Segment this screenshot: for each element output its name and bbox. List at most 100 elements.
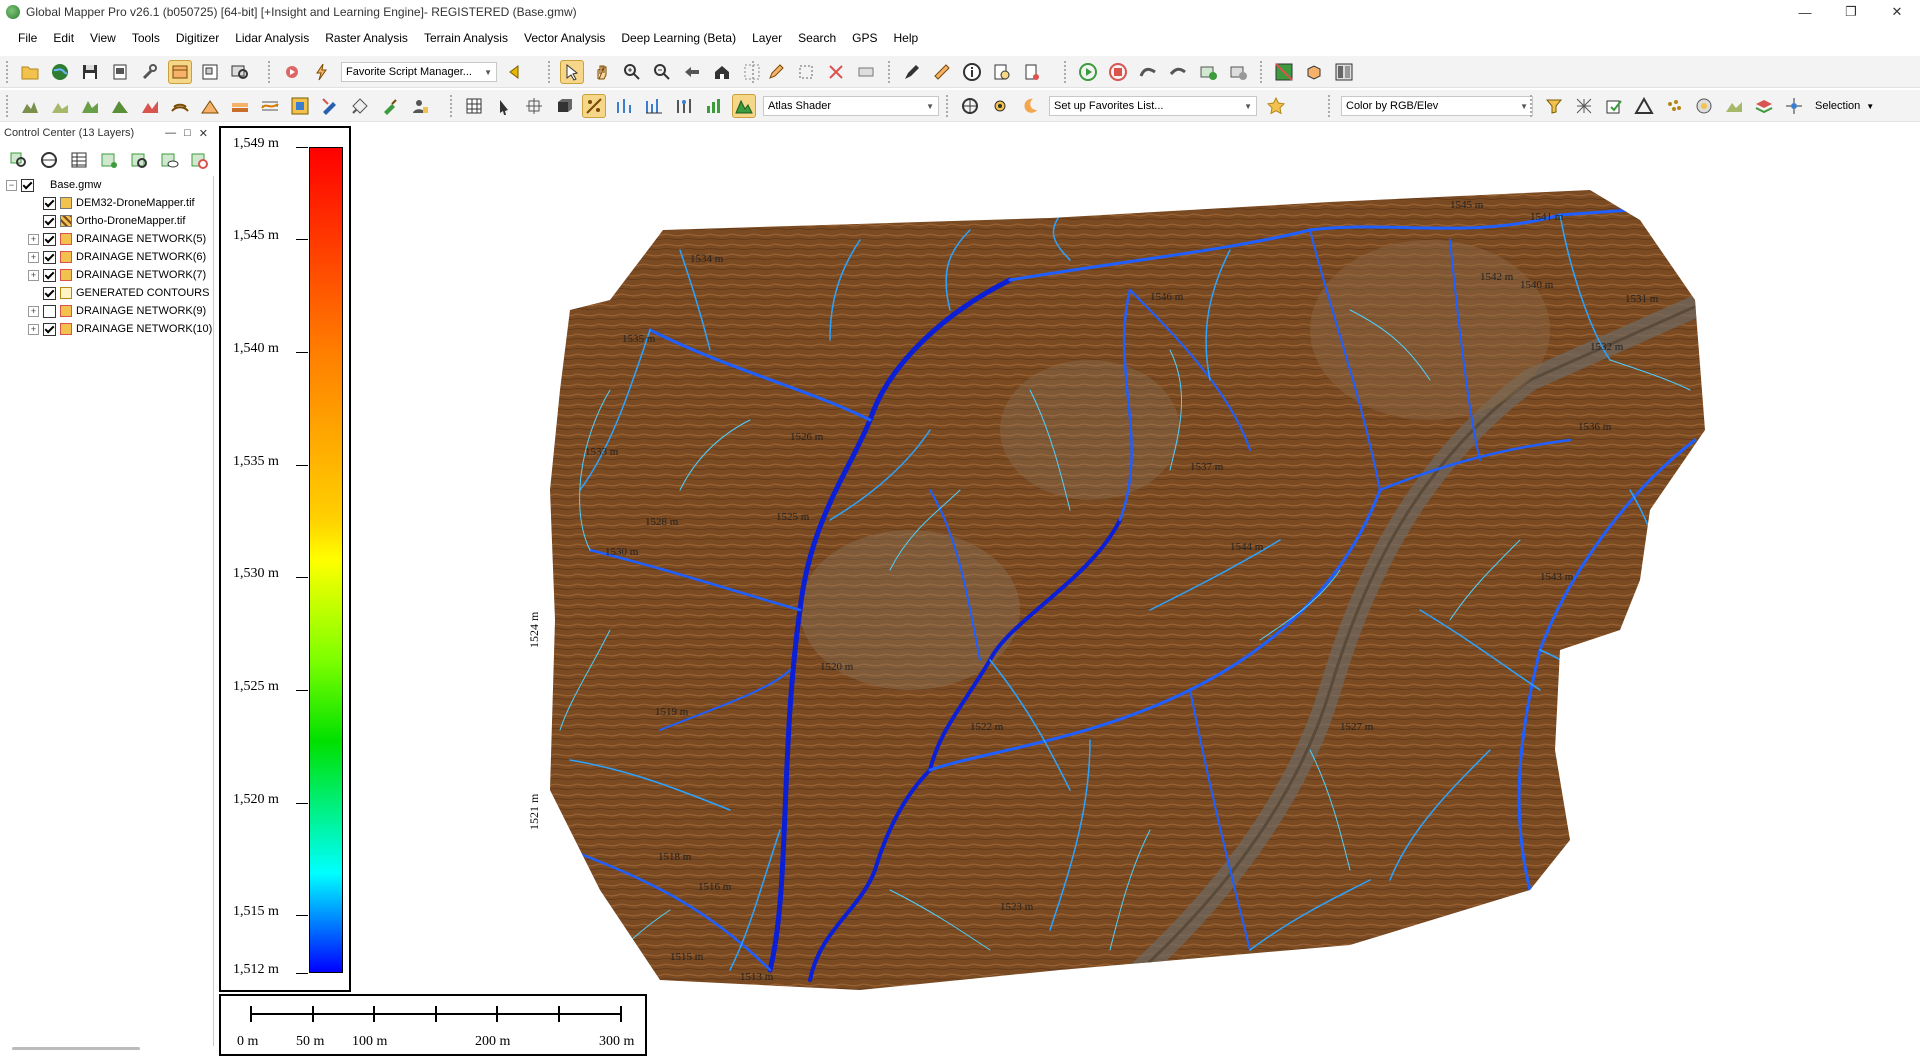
zoom-in-icon[interactable] <box>620 60 644 84</box>
expand-icon[interactable]: + <box>28 251 39 263</box>
mesh-icon[interactable] <box>1572 94 1596 118</box>
combine-terrain-icon[interactable] <box>198 94 222 118</box>
edit-check-icon[interactable] <box>1602 94 1626 118</box>
path-profile-icon[interactable] <box>990 60 1014 84</box>
layer-search-icon[interactable] <box>127 148 151 172</box>
menu-lidar-analysis[interactable]: Lidar Analysis <box>227 26 317 50</box>
layers-stack-icon[interactable] <box>1752 94 1776 118</box>
grid-icon[interactable] <box>462 94 486 118</box>
open-folder-icon[interactable] <box>18 60 42 84</box>
terrain-layer-icon[interactable] <box>1722 94 1746 118</box>
scale-bar[interactable]: 0 m 50 m 100 m 200 m 300 m <box>219 994 647 1056</box>
lidar-filter-icon[interactable] <box>672 94 696 118</box>
menu-layer[interactable]: Layer <box>744 26 790 50</box>
menu-digitizer[interactable]: Digitizer <box>168 26 227 50</box>
minimize-button[interactable]: — <box>1782 0 1828 24</box>
menu-view[interactable]: View <box>82 26 124 50</box>
back-arrow-icon[interactable] <box>680 60 704 84</box>
save-icon[interactable] <box>78 60 102 84</box>
menu-help[interactable]: Help <box>886 26 927 50</box>
map-layout-icon[interactable] <box>1272 60 1296 84</box>
expand-icon[interactable]: + <box>28 233 39 245</box>
triangle-icon[interactable] <box>1632 94 1656 118</box>
layer-checkbox[interactable] <box>43 304 56 318</box>
run-script-icon[interactable] <box>280 60 304 84</box>
lidar-edit-icon[interactable] <box>318 94 342 118</box>
toolbar-grip[interactable] <box>6 95 11 117</box>
toolbar-grip[interactable] <box>6 61 11 83</box>
cluster-icon[interactable] <box>1692 94 1716 118</box>
elevation-legend[interactable]: 1,549 m 1,545 m 1,540 m 1,535 m 1,530 m … <box>219 126 351 992</box>
mountain-icon[interactable] <box>108 94 132 118</box>
terrain-map[interactable]: 1541 m 1545 m 1542 m 1540 m 1531 m 1532 … <box>530 190 1710 990</box>
split-view-icon[interactable] <box>1332 60 1356 84</box>
tree-root[interactable]: − Base.gmw <box>6 176 101 194</box>
filter-icon[interactable] <box>1542 94 1566 118</box>
point-cloud-icon[interactable] <box>1662 94 1686 118</box>
menu-raster-analysis[interactable]: Raster Analysis <box>317 26 416 50</box>
3d-cube-icon[interactable] <box>552 94 576 118</box>
terrain-profile-icon[interactable] <box>18 94 42 118</box>
toolbar-grip[interactable] <box>1064 61 1069 83</box>
control-center-icon[interactable] <box>168 60 192 84</box>
toolbar-grip[interactable] <box>450 95 455 117</box>
layer-item[interactable]: GENERATED CONTOURS <box>43 284 209 302</box>
toolbar-grip[interactable] <box>268 61 273 83</box>
menu-vector-analysis[interactable]: Vector Analysis <box>516 26 613 50</box>
overview-icon[interactable] <box>198 60 222 84</box>
layer-options-icon[interactable] <box>97 148 121 172</box>
watershed-icon[interactable] <box>138 94 162 118</box>
script-run-arrow-icon[interactable] <box>504 60 528 84</box>
selection-tool-icon[interactable] <box>1782 94 1806 118</box>
toolbar-grip[interactable] <box>1328 95 1333 117</box>
digitizer-select-icon[interactable] <box>560 60 584 84</box>
horizontal-scrollbar[interactable] <box>12 1047 140 1050</box>
favorite-script-combo[interactable]: Favorite Script Manager... ▼ <box>341 62 497 82</box>
pin-select-icon[interactable] <box>492 94 516 118</box>
delete-x-icon[interactable] <box>824 60 848 84</box>
layer-checkbox[interactable] <box>43 286 56 300</box>
layer-item[interactable]: + DRAINAGE NETWORK(7) <box>28 266 206 284</box>
remove-waypoint-icon[interactable] <box>1226 60 1250 84</box>
layer-item[interactable]: + DRAINAGE NETWORK(10) <box>28 320 212 338</box>
layer-visibility-icon[interactable] <box>157 148 181 172</box>
layer-item[interactable]: + DRAINAGE NETWORK(6) <box>28 248 206 266</box>
draw-tool-icon[interactable] <box>900 60 924 84</box>
print-icon[interactable] <box>108 60 132 84</box>
expand-icon[interactable]: + <box>28 305 39 317</box>
layer-checkbox[interactable] <box>43 322 56 336</box>
zoom-to-layer-icon[interactable] <box>7 148 31 172</box>
moon-icon[interactable] <box>1018 94 1042 118</box>
feature-info-icon[interactable] <box>1020 60 1044 84</box>
map-find-icon[interactable] <box>228 60 252 84</box>
chevron-down-icon[interactable]: ▼ <box>1866 102 1874 111</box>
sun-gear-icon[interactable] <box>988 94 1012 118</box>
gps-track-icon[interactable] <box>1136 60 1160 84</box>
script-lightning-icon[interactable] <box>310 60 334 84</box>
menu-terrain-analysis[interactable]: Terrain Analysis <box>416 26 516 50</box>
menu-edit[interactable]: Edit <box>45 26 82 50</box>
layer-checkbox[interactable] <box>43 196 56 210</box>
expand-icon[interactable]: + <box>28 269 39 281</box>
collapse-icon[interactable]: − <box>6 179 17 191</box>
home-icon[interactable] <box>710 60 734 84</box>
globe-grid-icon[interactable] <box>958 94 982 118</box>
attribute-table-icon[interactable] <box>67 148 91 172</box>
bar-chart-icon[interactable] <box>702 94 726 118</box>
layer-globe-icon[interactable] <box>37 148 61 172</box>
crosshair-icon[interactable] <box>522 94 546 118</box>
play-icon[interactable] <box>1076 60 1100 84</box>
brush-icon[interactable] <box>378 94 402 118</box>
favorites-combo[interactable]: Set up Favorites List... ▼ <box>1049 96 1257 116</box>
line-profile-icon[interactable] <box>258 94 282 118</box>
add-waypoint-icon[interactable] <box>1196 60 1220 84</box>
menu-deep-learning[interactable]: Deep Learning (Beta) <box>613 26 744 50</box>
view-shed-icon[interactable] <box>48 94 72 118</box>
select-area-icon[interactable] <box>794 60 818 84</box>
layer-item[interactable]: + DRAINAGE NETWORK(5) <box>28 230 206 248</box>
close-button[interactable]: ✕ <box>1874 0 1920 24</box>
layer-checkbox[interactable] <box>43 214 56 228</box>
maximize-button[interactable]: ❐ <box>1828 0 1874 24</box>
lidar-height-icon[interactable] <box>612 94 636 118</box>
toolbar-grip[interactable] <box>1260 61 1265 83</box>
